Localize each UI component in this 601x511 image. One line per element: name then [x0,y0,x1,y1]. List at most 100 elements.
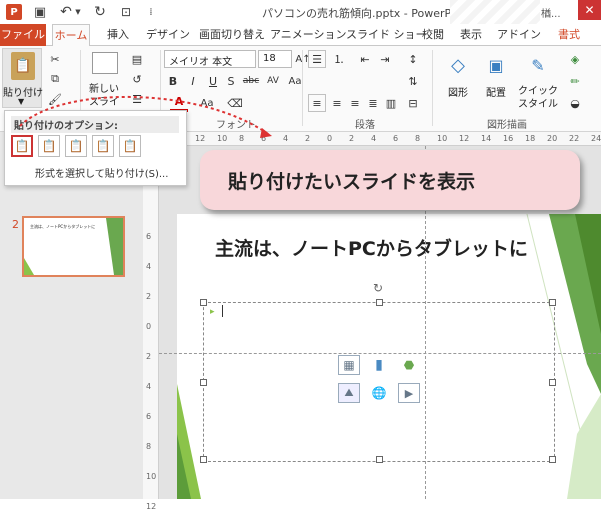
tab-review[interactable]: 校閲 [421,24,445,46]
slide[interactable]: 主流は、ノートPCからタブレットに ↻ ▸ ▦ ▮ ⬣ ⛰ 🌐 ▶ [177,214,601,499]
handle-br[interactable] [549,456,556,463]
tab-transitions[interactable]: 画面切り替え [198,24,266,46]
paste-keep-source-formatting-button[interactable]: 📋 [38,135,60,157]
ruler-tick-label: 4 [146,262,152,271]
insert-smartart-icon[interactable]: ⬣ [398,355,420,375]
tab-insert[interactable]: 挿入 [106,24,130,46]
insert-chart-icon[interactable]: ▮ [368,355,390,375]
ruler-tick-label: 2 [349,134,355,143]
callout-text: 貼り付けたいスライドを表示 [228,170,476,193]
align-left-button[interactable]: ≡ [308,94,326,112]
presentation-icon[interactable]: ⊡ [118,4,134,20]
insert-picture-icon[interactable]: ⛰ [338,383,360,403]
handle-tm[interactable] [376,299,383,306]
cut-icon[interactable]: ✂ [46,50,64,68]
customize-qat-icon[interactable]: ⁞ [146,4,156,20]
ruler-tick-label: 0 [327,134,333,143]
callout-box: 貼り付けたいスライドを表示 [200,150,580,210]
tab-animations[interactable]: アニメーション [269,24,348,46]
save-icon[interactable]: ▣ [32,4,48,20]
paste-use-destination-theme-button[interactable]: 📋 [11,135,33,157]
spacing-icon[interactable]: AV [264,72,282,90]
paste-embed-button[interactable]: 📋 [65,135,87,157]
slide-title[interactable]: 主流は、ノートPCからタブレットに [215,234,528,261]
ruler-tick-label: 0 [146,322,152,331]
section-icon[interactable]: ☰ [128,90,146,108]
align-text-icon[interactable]: ⊟ [404,94,422,112]
align-right-button[interactable]: ≡ [346,94,364,112]
strikethrough-button[interactable]: abc [242,72,260,90]
decrease-indent-icon[interactable]: ⇤ [356,50,374,68]
layout-icon[interactable]: ▤ [128,50,146,68]
handle-bm[interactable] [376,456,383,463]
paste-special-link[interactable]: 形式を選択して貼り付け(S)... [35,165,168,180]
handle-tr[interactable] [549,299,556,306]
shapes-button[interactable]: ◇ 図形 [440,50,476,110]
tab-design[interactable]: デザイン [145,24,191,46]
clear-format-icon[interactable]: ⌫ [226,94,244,112]
copy-icon[interactable]: ⧉ [46,70,64,88]
paste-options-header: 貼り付けのオプション: [11,116,179,133]
paste-button[interactable]: 📋 貼り付け ▼ [2,48,43,108]
columns-button[interactable]: ▥ [382,94,400,112]
new-slide-button[interactable]: 新しい スライド [86,48,122,123]
redo-icon[interactable]: ↻ [92,4,108,20]
ruler-tick-label: 24 [591,134,601,143]
group-separator [302,50,303,126]
slide-thumbnail-pane[interactable]: 2 主流は、ノートPCからタブレットに [0,132,143,499]
underline-button[interactable]: U [204,72,222,90]
content-placeholder[interactable]: ↻ ▸ ▦ ▮ ⬣ ⛰ 🌐 ▶ [200,281,556,463]
group-separator [432,50,433,126]
text-cursor [222,305,223,317]
insert-online-picture-icon[interactable]: 🌐 [368,383,390,403]
increase-indent-icon[interactable]: ⇥ [376,50,394,68]
handle-tl[interactable] [200,299,207,306]
text-direction-icon[interactable]: ⇅ [404,72,422,90]
tab-format[interactable]: 書式 [557,24,581,46]
handle-bl[interactable] [200,456,207,463]
italic-button[interactable]: I [184,72,202,90]
shadow-button[interactable]: S [222,72,240,90]
reset-icon[interactable]: ↺ [128,70,146,88]
numbering-button[interactable]: ⒈ [330,50,348,68]
insert-video-icon[interactable]: ▶ [398,383,420,403]
font-size-field[interactable]: 18 [258,50,292,68]
horizontal-ruler[interactable]: 161412108642024681012141618202224 [143,132,601,146]
insert-table-icon[interactable]: ▦ [338,355,360,375]
vertical-ruler[interactable]: 6 4 2 0 2 4 6 8 10 12 [143,146,159,511]
bullets-button[interactable]: ☰ [308,50,326,68]
ruler-tick-label: 10 [437,134,448,143]
handle-mr[interactable] [549,379,556,386]
tab-addins[interactable]: アドイン [496,24,542,46]
rotate-handle-icon[interactable]: ↻ [371,281,385,295]
quick-style-button[interactable]: ✎ クイック スタイル [516,50,560,112]
ruler-tick-label: 10 [217,134,228,143]
tab-slideshow[interactable]: スライド ショー [345,24,428,46]
justify-button[interactable]: ≣ [364,94,382,112]
tab-view[interactable]: 表示 [459,24,483,46]
shape-outline-icon[interactable]: ✏ [566,72,584,90]
shape-effects-icon[interactable]: ◒ [566,94,584,112]
align-center-button[interactable]: ≡ [328,94,346,112]
undo-icon[interactable]: ↶ [58,4,74,20]
font-case-button[interactable]: Aa [198,94,216,112]
undo-dropdown-icon[interactable]: ▼ [74,6,82,18]
app-icon[interactable]: P [6,4,22,20]
format-painter-icon[interactable]: 🖌 [46,90,64,108]
line-spacing-icon[interactable]: ↕ [404,50,422,68]
paste-text-only-button[interactable]: 📋 [119,135,141,157]
tab-home[interactable]: ホーム [52,24,90,47]
tab-file[interactable]: ファイル [0,24,46,46]
bold-button[interactable]: B [164,72,182,90]
font-name-field[interactable]: メイリオ 本文 [164,50,256,68]
handle-ml[interactable] [200,379,207,386]
ruler-tick-label: 4 [371,134,377,143]
slide-thumbnail[interactable]: 主流は、ノートPCからタブレットに [22,216,125,277]
shape-fill-icon[interactable]: ◈ [566,50,584,68]
ruler-tick-label: 2 [146,352,152,361]
arrange-button[interactable]: ▣ 配置 [478,50,514,110]
paste-picture-button[interactable]: 📋 [92,135,114,157]
ruler-tick-label: 12 [146,502,157,511]
user-badge[interactable]: 楢... [541,5,561,20]
close-button[interactable]: ✕ [578,0,601,20]
